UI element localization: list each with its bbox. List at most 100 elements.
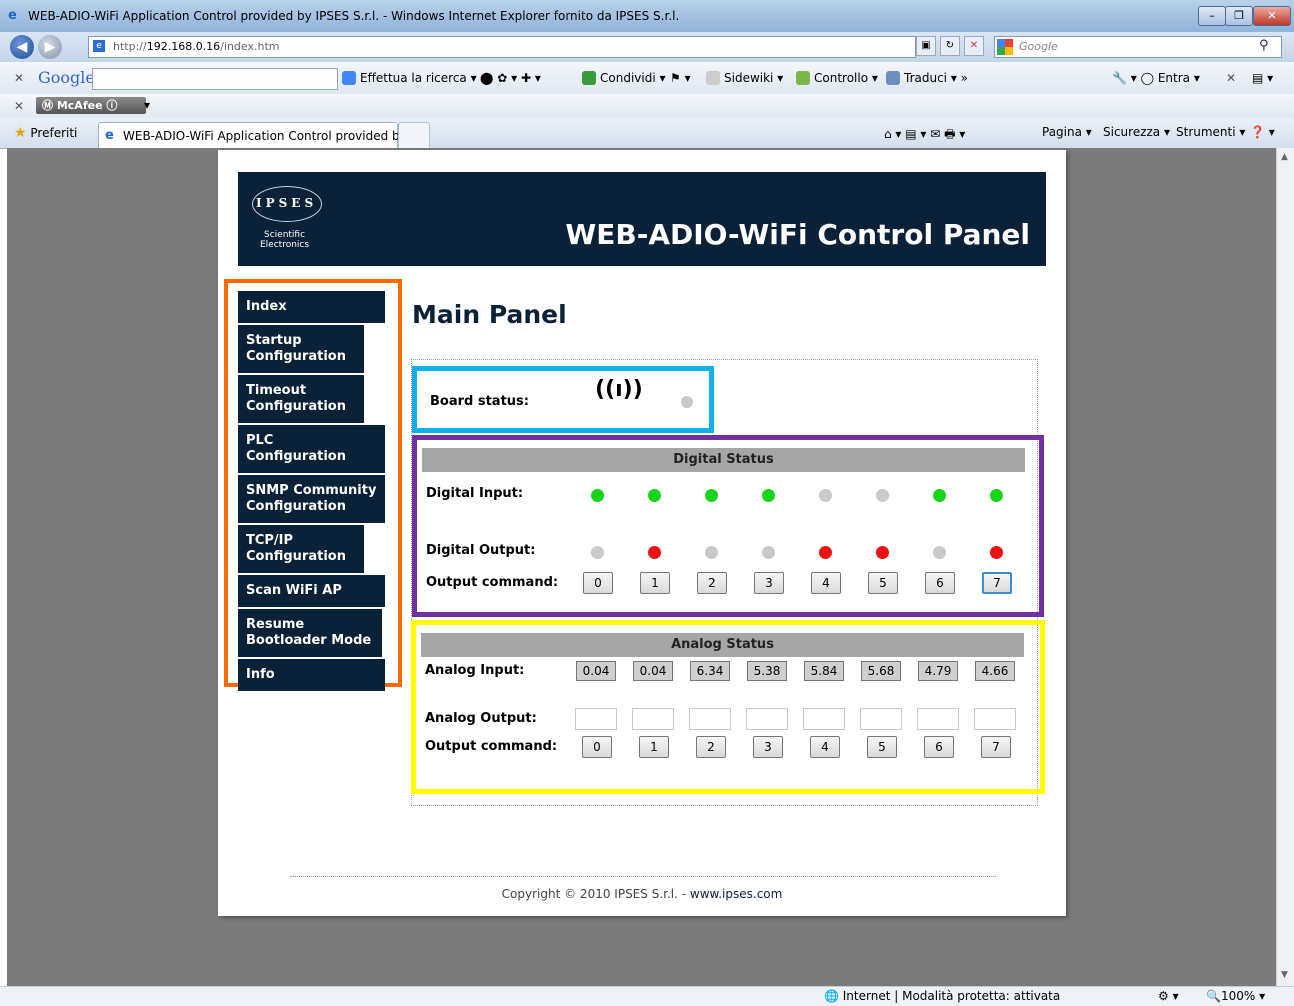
security-menu[interactable]: Sicurezza ▾ — [1103, 125, 1170, 139]
scroll-down-icon[interactable]: ▼ — [1281, 970, 1288, 980]
protected-mode-icon[interactable]: ⚙ ▾ — [1158, 989, 1179, 1003]
menu-item-scan-wifi-ap[interactable]: Scan WiFi AP — [238, 575, 385, 609]
digital-output-command-button-2[interactable]: 2 — [697, 572, 727, 594]
close-google-toolbar-icon[interactable]: ✕ — [1226, 71, 1236, 85]
window-titlebar: e WEB-ADIO-WiFi Application Control prov… — [0, 0, 1294, 32]
analog-input-value-3: 5.38 — [747, 661, 787, 681]
translate-page-icon[interactable]: ▤ ▾ — [1252, 71, 1273, 85]
analog-output-command-button-7[interactable]: 7 — [981, 736, 1011, 758]
analog-output-field-5[interactable] — [860, 708, 902, 730]
board-status-label: Board status: — [430, 394, 529, 409]
bookmark-icon[interactable]: ⚑ ▾ — [670, 71, 691, 85]
page-menu[interactable]: Pagina ▾ — [1042, 125, 1092, 139]
mcafee-button[interactable]: Ⓜ McAfee ⓘ — [36, 97, 146, 114]
search-web-button[interactable]: Effettua la ricerca ▾ — [342, 71, 477, 85]
close-window-button[interactable]: ✕ — [1253, 6, 1291, 26]
analog-output-command-button-6[interactable]: 6 — [924, 736, 954, 758]
analog-status-panel: Analog Status Analog Input: Analog Outpu… — [411, 620, 1045, 794]
address-tools: ▣ ↻ ✕ — [916, 36, 990, 56]
menu-item-index[interactable]: Index — [238, 291, 385, 325]
google-search-icon — [342, 71, 356, 85]
google-toolbar-input[interactable] — [92, 68, 338, 90]
menu-item-tcpip-configuration[interactable]: TCP/IP Configuration — [238, 525, 364, 575]
toolbar-extra-icons[interactable]: ⬤ ✿ ▾ ✚ ▾ — [480, 71, 541, 85]
minimize-button[interactable]: – — [1198, 6, 1226, 26]
analog-output-command-button-5[interactable]: 5 — [867, 736, 897, 758]
forward-button[interactable]: ▶ — [38, 35, 62, 59]
tab-ie-icon: e — [105, 128, 114, 143]
compat-view-icon[interactable]: ▣ — [916, 36, 936, 56]
digital-output-command-button-1[interactable]: 1 — [640, 572, 670, 594]
menu-item-timeout-configuration[interactable]: Timeout Configuration — [238, 375, 364, 425]
favorites-button[interactable]: ★ Preferiti — [14, 125, 77, 141]
new-tab-button[interactable] — [398, 122, 430, 148]
stop-icon[interactable]: ✕ — [964, 36, 984, 56]
banner-title: WEB-ADIO-WiFi Control Panel — [565, 218, 1030, 251]
digital-input-led-1 — [648, 489, 661, 502]
analog-output-field-6[interactable] — [917, 708, 959, 730]
menu-item-plc-configuration[interactable]: PLC Configuration — [238, 425, 385, 475]
vertical-scrollbar[interactable]: ▲ ▼ — [1276, 148, 1294, 986]
help-icon[interactable]: ❓ ▾ — [1250, 125, 1275, 139]
analog-output-command-button-4[interactable]: 4 — [810, 736, 840, 758]
analog-output-field-7[interactable] — [974, 708, 1016, 730]
menu-item-startup-configuration[interactable]: Startup Configuration — [238, 325, 364, 375]
sidewiki-button[interactable]: Sidewiki ▾ — [706, 71, 783, 85]
digital-output-led-6 — [933, 546, 946, 559]
scroll-up-icon[interactable]: ▲ — [1281, 152, 1288, 162]
digital-input-led-7 — [990, 489, 1003, 502]
analog-output-field-4[interactable] — [803, 708, 845, 730]
google-icon — [997, 39, 1013, 55]
analog-output-field-2[interactable] — [689, 708, 731, 730]
share-button[interactable]: Condividi ▾ — [582, 71, 666, 85]
analog-output-field-0[interactable] — [575, 708, 617, 730]
mcafee-dropdown-icon[interactable]: ▾ — [144, 98, 150, 112]
digital-output-command-button-3[interactable]: 3 — [754, 572, 784, 594]
menu-item-info[interactable]: Info — [238, 659, 385, 693]
analog-output-command-button-0[interactable]: 0 — [582, 736, 612, 758]
command-icons[interactable]: ⌂ ▾ ▤ ▾ ✉ 🖶 ▾ — [884, 125, 965, 146]
analog-output-command-button-2[interactable]: 2 — [696, 736, 726, 758]
search-box[interactable]: Google ⚲ — [994, 36, 1282, 58]
address-bar: ◀ ▶ e http://192.168.0.16/index.htm ▣ ↻ ✕ … — [0, 32, 1294, 62]
digital-input-led-6 — [933, 489, 946, 502]
web-page: IPSES Scientific Electronics WEB-ADIO-Wi… — [218, 150, 1066, 916]
tools-menu[interactable]: Strumenti ▾ — [1176, 125, 1245, 139]
maximize-button[interactable]: ❐ — [1225, 6, 1253, 26]
digital-output-command-button-0[interactable]: 0 — [583, 572, 613, 594]
digital-command-label: Output command: — [426, 575, 559, 590]
translate-button[interactable]: Traduci ▾ » — [886, 71, 968, 85]
footer-link[interactable]: www.ipses.com — [690, 887, 782, 901]
digital-output-command-button-6[interactable]: 6 — [925, 572, 955, 594]
menu-item-resume-bootloader-mode[interactable]: Resume Bootloader Mode — [238, 609, 382, 659]
sidewiki-icon — [706, 71, 720, 85]
signin-button[interactable]: 🔧 ▾ ◯ Entra ▾ — [1112, 71, 1200, 85]
close-toolbar-icon[interactable]: ✕ — [14, 71, 24, 85]
analog-input-value-4: 5.84 — [804, 661, 844, 681]
refresh-icon[interactable]: ↻ — [940, 36, 960, 56]
analog-input-value-5: 5.68 — [861, 661, 901, 681]
footer-divider — [290, 876, 996, 877]
tab-active[interactable]: e WEB-ADIO-WiFi Application Control prov… — [98, 122, 416, 148]
analog-output-field-3[interactable] — [746, 708, 788, 730]
security-zone[interactable]: 🌐 Internet | Modalità protetta: attivata — [824, 989, 1060, 1003]
spellcheck-button[interactable]: Controllo ▾ — [796, 71, 878, 85]
page-title: Main Panel — [412, 300, 567, 329]
url-input[interactable]: e http://192.168.0.16/index.htm — [88, 36, 916, 58]
digital-input-label: Digital Input: — [426, 486, 524, 501]
digital-output-led-1 — [648, 546, 661, 559]
digital-input-led-5 — [876, 489, 889, 502]
analog-output-field-1[interactable] — [632, 708, 674, 730]
digital-output-command-button-4[interactable]: 4 — [811, 572, 841, 594]
digital-output-command-button-5[interactable]: 5 — [868, 572, 898, 594]
analog-command-label: Output command: — [425, 739, 558, 754]
close-mcafee-icon[interactable]: ✕ — [14, 99, 24, 113]
search-icon[interactable]: ⚲ — [1259, 38, 1269, 53]
analog-output-command-button-1[interactable]: 1 — [639, 736, 669, 758]
back-button[interactable]: ◀ — [10, 35, 34, 59]
zoom-level[interactable]: 🔍100% ▾ — [1206, 989, 1265, 1003]
url-text: http://192.168.0.16/index.htm — [113, 40, 280, 53]
menu-item-snmp-community-configuration[interactable]: SNMP Community Configuration — [238, 475, 385, 525]
analog-output-command-button-3[interactable]: 3 — [753, 736, 783, 758]
digital-output-command-button-7[interactable]: 7 — [982, 572, 1012, 594]
